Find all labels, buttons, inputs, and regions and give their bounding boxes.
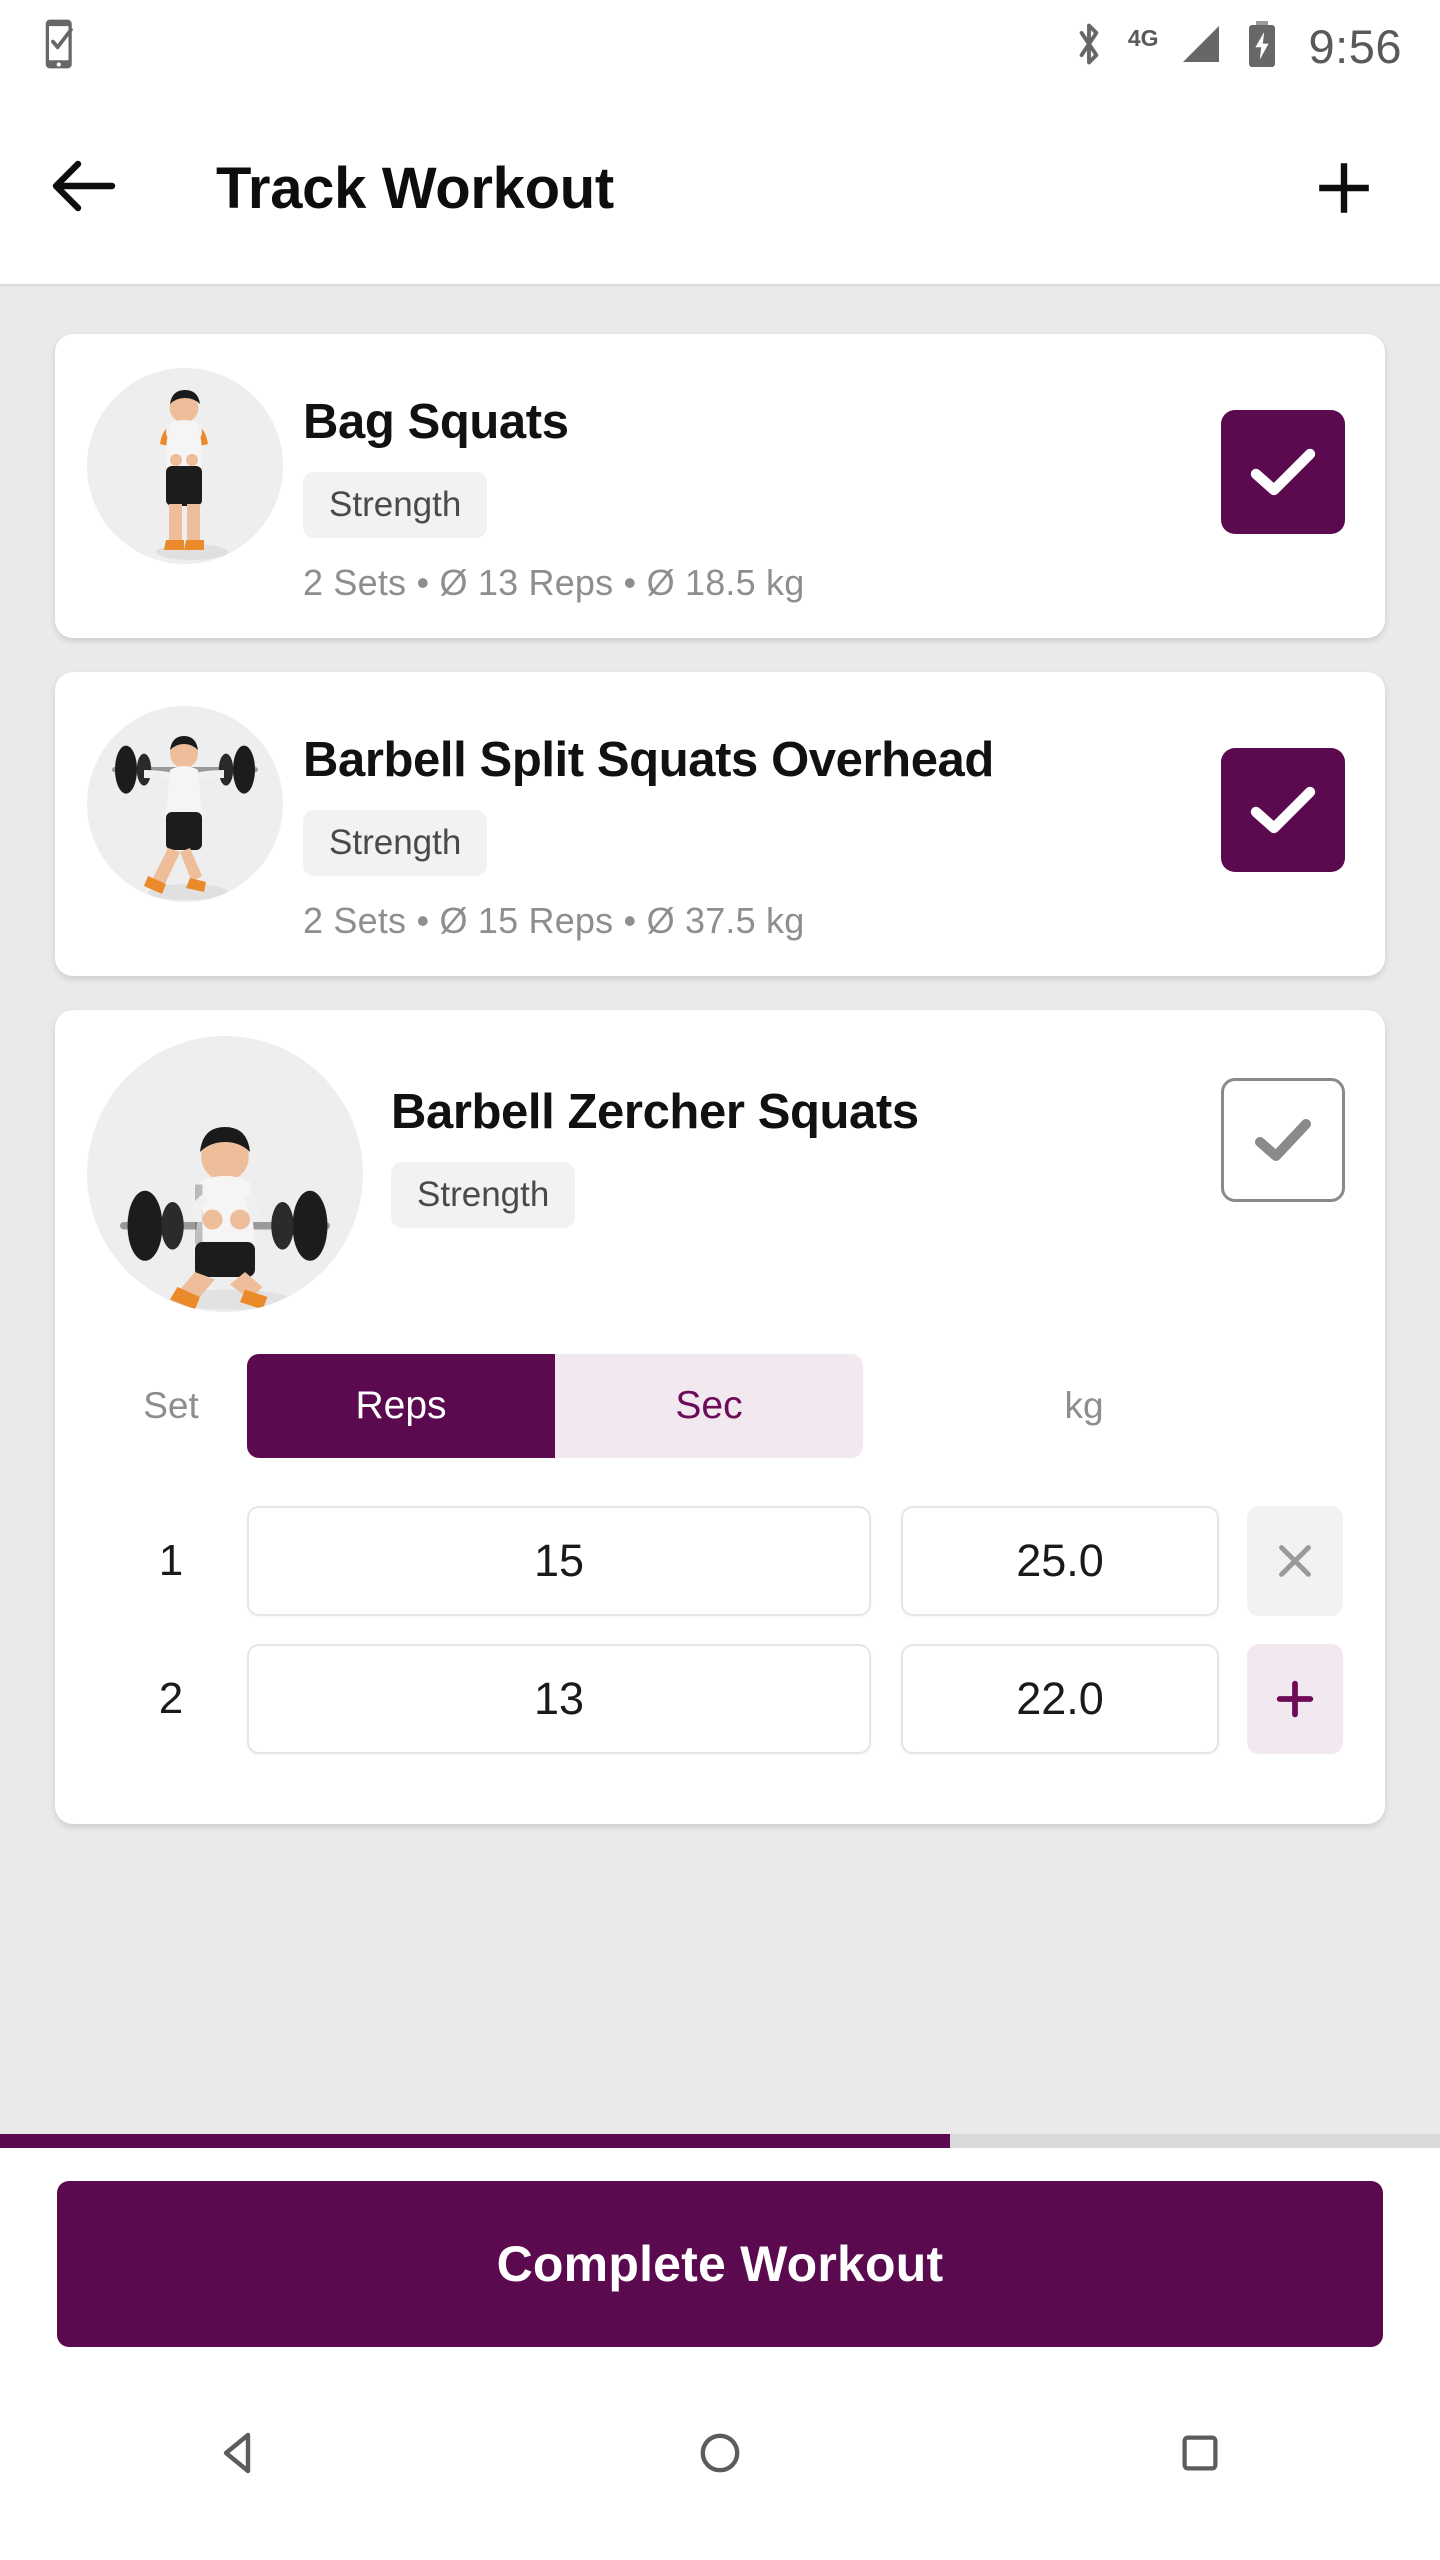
- exercise-card[interactable]: Barbell Split Squats Overhead Strength 2…: [55, 672, 1385, 976]
- exercise-list: Bag Squats Strength 2 Sets • Ø 13 Reps •…: [0, 288, 1440, 2134]
- set-number: 2: [158, 1674, 184, 1723]
- delete-set-button[interactable]: [1247, 1506, 1343, 1616]
- workout-progress-fill: [0, 2134, 951, 2148]
- plus-icon[interactable]: [1308, 152, 1380, 224]
- athlete-zercher-squat-icon: [87, 1036, 363, 1312]
- check-icon: [1250, 786, 1316, 834]
- weight-column-header: kg: [1064, 1385, 1104, 1426]
- exercise-summary: 2 Sets • Ø 15 Reps • Ø 37.5 kg: [303, 900, 805, 941]
- status-bar-right: 4G 9:56: [1072, 19, 1402, 74]
- weight-input[interactable]: 22.0: [901, 1644, 1219, 1754]
- nav-home-icon[interactable]: [640, 2403, 800, 2503]
- status-bar: 4G 9:56: [0, 0, 1440, 92]
- reps-input[interactable]: 13: [247, 1644, 871, 1754]
- workout-progress-bar: [0, 2134, 1440, 2148]
- exercise-name: Barbell Split Squats Overhead: [303, 733, 994, 787]
- status-bar-left: [42, 18, 82, 75]
- exercise-complete-checkbox[interactable]: [1221, 1078, 1345, 1202]
- android-navigation-bar: [0, 2380, 1440, 2526]
- set-number: 1: [158, 1536, 184, 1585]
- exercise-category-badge: Strength: [303, 472, 488, 538]
- exercise-card-row: Barbell Split Squats Overhead Strength 2…: [55, 672, 1385, 976]
- add-set-button[interactable]: [1247, 1644, 1343, 1754]
- set-table-header: Set Reps Sec kg: [55, 1354, 1385, 1458]
- nav-back-icon[interactable]: [160, 2403, 320, 2503]
- exercise-name: Bag Squats: [303, 395, 569, 449]
- battery-charging-icon: [1245, 20, 1279, 73]
- exercise-summary: 2 Sets • Ø 13 Reps • Ø 18.5 kg: [303, 562, 805, 603]
- nav-recents-icon[interactable]: [1120, 2403, 1280, 2503]
- exercise-complete-checkbox[interactable]: [1221, 410, 1345, 534]
- phone-check-icon: [42, 18, 82, 75]
- exercise-card-row: Barbell Zercher Squats Strength: [55, 1010, 1385, 1312]
- arrow-left-icon[interactable]: [48, 156, 120, 221]
- set-rows: 1 15 25.0 2 13 22.0: [55, 1506, 1385, 1754]
- reps-input[interactable]: 15: [247, 1506, 871, 1616]
- bluetooth-icon: [1072, 20, 1106, 73]
- exercise-category-badge: Strength: [391, 1162, 576, 1228]
- status-bar-clock: 9:56: [1308, 19, 1402, 73]
- exercise-card-expanded[interactable]: Barbell Zercher Squats Strength Set Reps…: [55, 1010, 1385, 1824]
- exercise-name: Barbell Zercher Squats: [391, 1085, 919, 1139]
- exercise-details: Barbell Zercher Squats Strength: [363, 1036, 1207, 1228]
- athlete-barbell-overhead-icon: [87, 706, 283, 902]
- exercise-details: Barbell Split Squats Overhead Strength 2…: [283, 706, 1207, 942]
- plus-icon: [1276, 1680, 1314, 1718]
- network-type-label: 4G: [1127, 24, 1159, 51]
- toggle-option-reps[interactable]: Reps: [247, 1354, 555, 1458]
- set-row: 2 13 22.0: [95, 1644, 1345, 1754]
- weight-input[interactable]: 25.0: [901, 1506, 1219, 1616]
- set-row: 1 15 25.0: [95, 1506, 1345, 1616]
- signal-icon: [1175, 22, 1223, 71]
- exercise-card[interactable]: Bag Squats Strength 2 Sets • Ø 13 Reps •…: [55, 334, 1385, 638]
- toggle-option-sec[interactable]: Sec: [555, 1354, 863, 1458]
- exercise-complete-checkbox[interactable]: [1221, 748, 1345, 872]
- exercise-card-row: Bag Squats Strength 2 Sets • Ø 13 Reps •…: [55, 334, 1385, 638]
- athlete-bag-squat-icon: [87, 368, 283, 564]
- set-column-header: Set: [143, 1385, 199, 1426]
- exercise-category-badge: Strength: [303, 810, 488, 876]
- app-bar: Track Workout: [0, 92, 1440, 284]
- cta-container: Complete Workout: [0, 2148, 1440, 2380]
- close-icon: [1279, 1545, 1311, 1577]
- complete-workout-button[interactable]: Complete Workout: [57, 2181, 1383, 2347]
- check-icon: [1250, 448, 1316, 496]
- exercise-details: Bag Squats Strength 2 Sets • Ø 13 Reps •…: [283, 368, 1207, 604]
- check-icon: [1255, 1119, 1311, 1161]
- reps-sec-toggle[interactable]: Reps Sec: [247, 1354, 863, 1458]
- page-title: Track Workout: [216, 155, 614, 221]
